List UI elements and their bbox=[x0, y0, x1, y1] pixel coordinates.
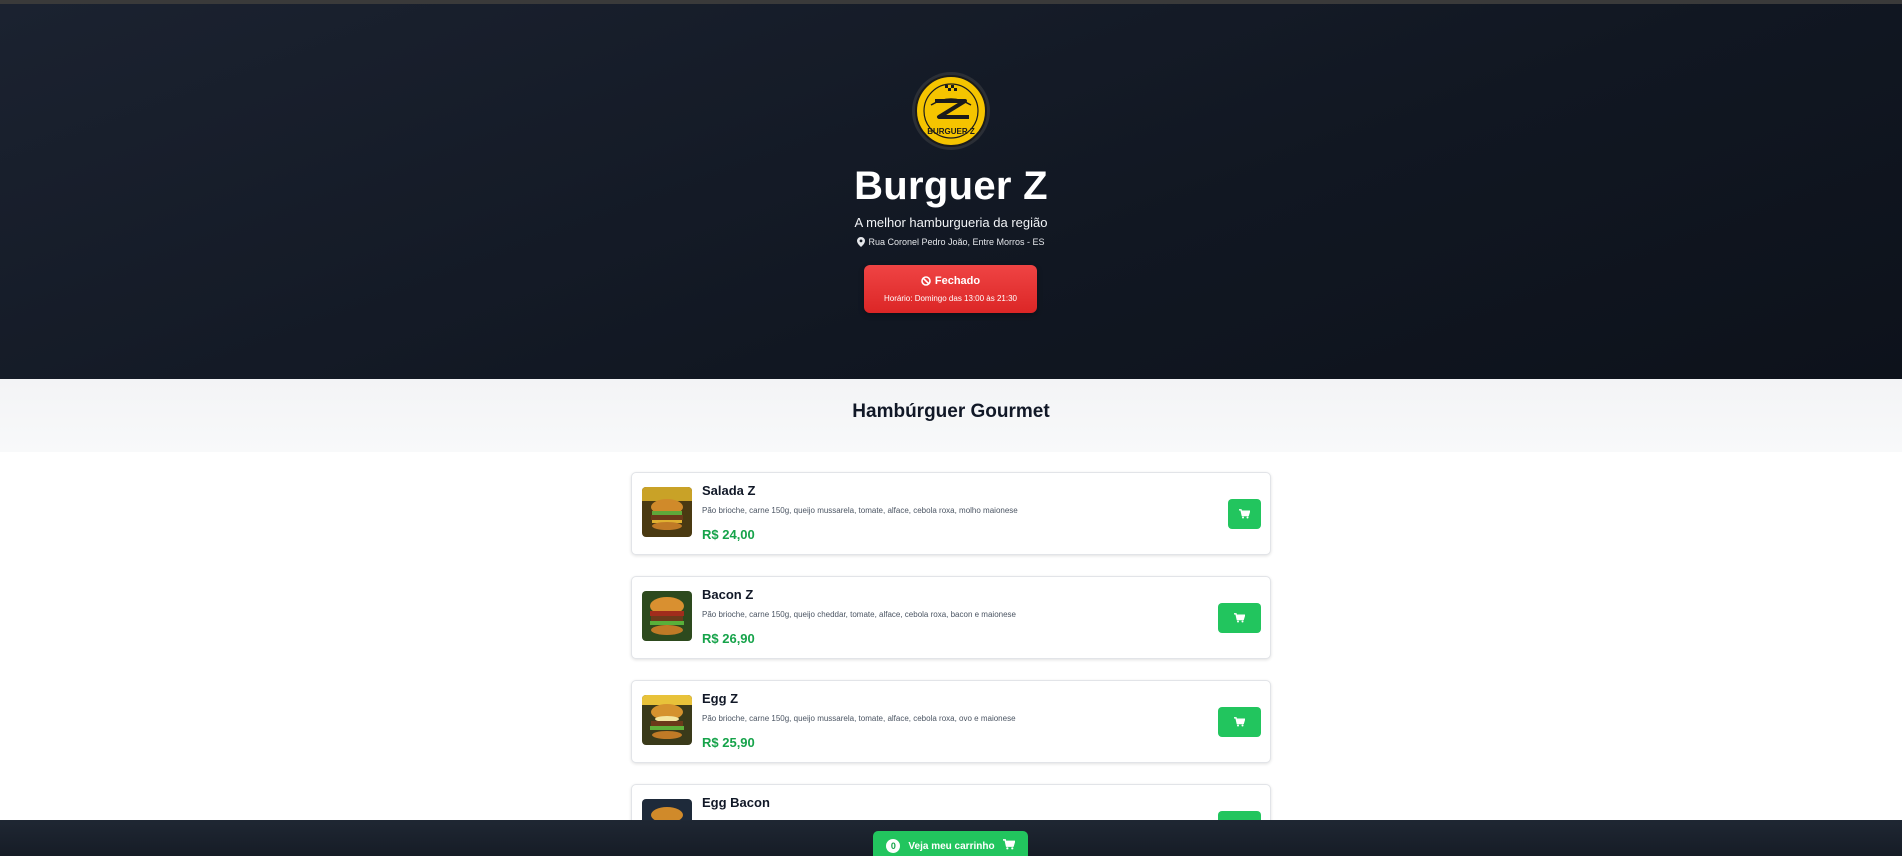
product-card: Salada Z Pão brioche, carne 150g, queijo… bbox=[631, 472, 1271, 555]
restaurant-logo: BURGUER Z bbox=[912, 72, 990, 150]
product-price: R$ 26,90 bbox=[702, 631, 755, 646]
burger-photo-icon bbox=[642, 487, 692, 537]
restaurant-tagline: A melhor hamburgueria da região bbox=[854, 215, 1048, 230]
add-to-cart-button[interactable] bbox=[1218, 603, 1261, 633]
product-name: Salada Z bbox=[702, 483, 756, 498]
category-header: Hambúrguer Gourmet bbox=[0, 379, 1902, 452]
ban-icon bbox=[921, 276, 931, 289]
add-to-cart-button[interactable] bbox=[1228, 499, 1261, 529]
burger-photo-icon bbox=[642, 591, 692, 641]
open-status-badge: Fechado Horário: Domingo das 13:00 às 21… bbox=[864, 265, 1037, 313]
svg-text:BURGUER Z: BURGUER Z bbox=[927, 127, 975, 136]
restaurant-name: Burguer Z bbox=[854, 164, 1048, 208]
burger-logo-icon: BURGUER Z bbox=[915, 75, 987, 147]
cart-footer: 0 Veja meu carrinho bbox=[0, 820, 1902, 856]
product-name: Egg Bacon bbox=[702, 795, 770, 810]
burger-photo-icon bbox=[642, 695, 692, 745]
category-title: Hambúrguer Gourmet bbox=[852, 401, 1050, 422]
restaurant-address: Rua Coronel Pedro João, Entre Morros - E… bbox=[0, 237, 1902, 249]
product-image bbox=[642, 695, 692, 745]
cart-icon bbox=[1234, 613, 1245, 623]
cart-button-label: Veja meu carrinho bbox=[908, 840, 995, 852]
product-card: Bacon Z Pão brioche, carne 150g, queijo … bbox=[631, 576, 1271, 659]
product-card: Egg Z Pão brioche, carne 150g, queijo mu… bbox=[631, 680, 1271, 763]
view-cart-button[interactable]: 0 Veja meu carrinho bbox=[873, 831, 1028, 856]
product-price: R$ 24,00 bbox=[702, 527, 755, 542]
restaurant-header: BURGUER Z Burguer Z A melhor hamburgueri… bbox=[0, 4, 1902, 379]
opening-hours: Horário: Domingo das 13:00 às 21:30 bbox=[884, 294, 1017, 303]
status-label: Fechado bbox=[934, 275, 981, 287]
product-description: Pão brioche, carne 150g, queijo cheddar,… bbox=[702, 610, 1016, 619]
cart-icon bbox=[1002, 839, 1016, 853]
product-description: Pão brioche, carne 150g, queijo mussarel… bbox=[702, 714, 1016, 723]
product-description: Pão brioche, carne 150g, queijo mussarel… bbox=[702, 506, 1018, 515]
product-image bbox=[642, 487, 692, 537]
add-to-cart-button[interactable] bbox=[1218, 707, 1261, 737]
product-image bbox=[642, 591, 692, 641]
cart-icon bbox=[1234, 717, 1245, 727]
product-name: Bacon Z bbox=[702, 587, 754, 602]
cart-icon bbox=[1239, 509, 1250, 519]
address-text: Rua Coronel Pedro João, Entre Morros - E… bbox=[868, 237, 1045, 247]
product-name: Egg Z bbox=[702, 691, 739, 706]
product-price: R$ 25,90 bbox=[702, 735, 755, 750]
cart-count-badge: 0 bbox=[886, 839, 901, 853]
map-pin-icon bbox=[857, 237, 866, 249]
